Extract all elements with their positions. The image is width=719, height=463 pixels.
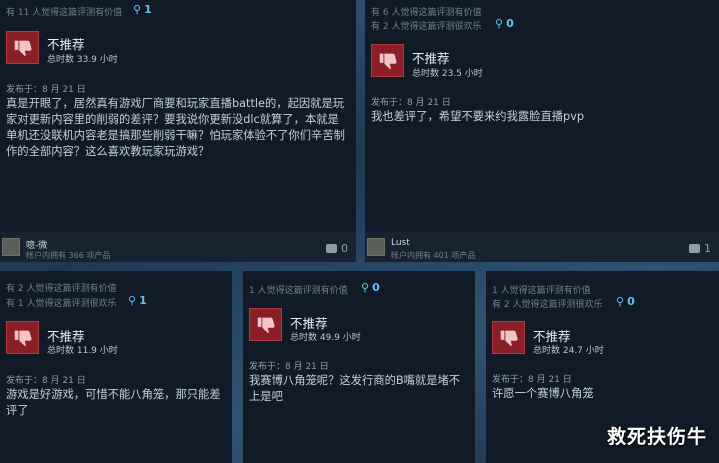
- watermark: 救死扶伤牛: [606, 426, 707, 448]
- products-owned: 帐户内拥有 401 项产品: [391, 251, 476, 260]
- funny-count: 有 2 人觉得这篇评测很欢乐: [492, 300, 603, 310]
- thumbs-down-icon: [6, 321, 39, 354]
- award-count: 1: [144, 3, 152, 16]
- funny-count: 有 1 人觉得这篇评测很欢乐: [6, 299, 117, 309]
- review-card: 有 6 人觉得这篇评测有价值 有 2 人觉得这篇评测很欢乐 ⚲ 0 不推荐 总时…: [365, 0, 719, 262]
- avatar[interactable]: [2, 238, 20, 256]
- playtime-hours: 总时数 24.7 小时: [533, 346, 604, 356]
- posted-date: 发布于：8 月 21 日: [492, 375, 572, 385]
- award-button[interactable]: ⚲ 0: [495, 17, 514, 30]
- posted-date: 发布于：8 月 21 日: [6, 376, 86, 386]
- award-count: 1: [139, 294, 147, 307]
- award-count: 0: [372, 281, 380, 294]
- award-button[interactable]: ⚲ 0: [361, 281, 380, 294]
- playtime-hours: 总时数 23.5 小时: [412, 69, 483, 79]
- helpful-count: 有 2 人觉得这篇评测有价值: [6, 284, 117, 294]
- review-card: 有 11 人觉得这篇评测有价值 ⚲ 1 不推荐 总时数 33.9 小时 发布于：…: [0, 0, 356, 262]
- helpful-count: 有 6 人觉得这篇评测有价值: [371, 8, 482, 18]
- award-button[interactable]: ⚲ 0: [616, 295, 635, 308]
- award-icon: ⚲: [128, 294, 137, 307]
- username[interactable]: Lust: [391, 238, 410, 248]
- review-card: 有 2 人觉得这篇评测有价值 有 1 人觉得这篇评测很欢乐 ⚲ 1 不推荐 总时…: [0, 271, 232, 463]
- comment-count: 0: [341, 242, 348, 255]
- comments-button[interactable]: 1: [689, 242, 711, 255]
- review-card: 1 人觉得这篇评测有价值 ⚲ 0 不推荐 总时数 49.9 小时 发布于：8 月…: [243, 271, 475, 463]
- review-text: 游戏是好游戏，可惜不能八角笼，那只能差评了: [6, 388, 221, 417]
- posted-date: 发布于：8 月 21 日: [6, 85, 86, 95]
- thumbs-down-icon: [249, 308, 282, 341]
- review-text: 我赛博八角笼呢？这发行商的B嘴就是堵不上是吧: [249, 374, 461, 403]
- helpful-count: 有 11 人觉得这篇评测有价值: [6, 8, 123, 18]
- award-icon: ⚲: [495, 17, 504, 30]
- funny-count: 有 2 人觉得这篇评测很欢乐: [371, 22, 482, 32]
- comment-icon: [326, 244, 337, 253]
- thumbs-down-icon: [492, 321, 525, 354]
- thumbs-down-icon: [371, 44, 404, 77]
- award-icon: ⚲: [133, 3, 142, 16]
- review-text: 我也差评了，希望不要来约我露脸直播pvp: [371, 110, 585, 123]
- helpful-count: 1 人觉得这篇评测有价值: [249, 286, 348, 296]
- award-count: 0: [506, 17, 514, 30]
- award-button[interactable]: ⚲ 1: [128, 294, 147, 307]
- award-icon: ⚲: [616, 295, 625, 308]
- posted-date: 发布于：8 月 21 日: [249, 362, 329, 372]
- review-text: 许愿一个赛博八角笼: [492, 387, 594, 400]
- review-footer: Lust 帐户内拥有 401 项产品 1: [365, 232, 719, 262]
- avatar[interactable]: [367, 238, 385, 256]
- comment-count: 1: [704, 242, 711, 255]
- award-button[interactable]: ⚲ 1: [133, 3, 152, 16]
- helpful-count: 1 人觉得这篇评测有价值: [492, 286, 591, 296]
- comments-button[interactable]: 0: [326, 242, 348, 255]
- award-icon: ⚲: [361, 281, 370, 294]
- comment-icon: [689, 244, 700, 253]
- playtime-hours: 总时数 11.9 小时: [47, 346, 118, 356]
- review-footer: 噫-微 帐户内拥有 366 项产品 0: [0, 232, 356, 262]
- playtime-hours: 总时数 33.9 小时: [47, 55, 118, 65]
- playtime-hours: 总时数 49.9 小时: [290, 333, 361, 343]
- review-verdict: 不推荐: [412, 51, 450, 66]
- review-verdict: 不推荐: [47, 37, 85, 52]
- posted-date: 发布于：8 月 21 日: [371, 98, 451, 108]
- thumbs-down-icon: [6, 31, 39, 64]
- award-count: 0: [627, 295, 635, 308]
- review-text: 真是开眼了，居然真有游戏厂商要和玩家直播battle的，起因就是玩家对更新内容里…: [6, 97, 345, 158]
- products-owned: 帐户内拥有 366 项产品: [26, 251, 111, 260]
